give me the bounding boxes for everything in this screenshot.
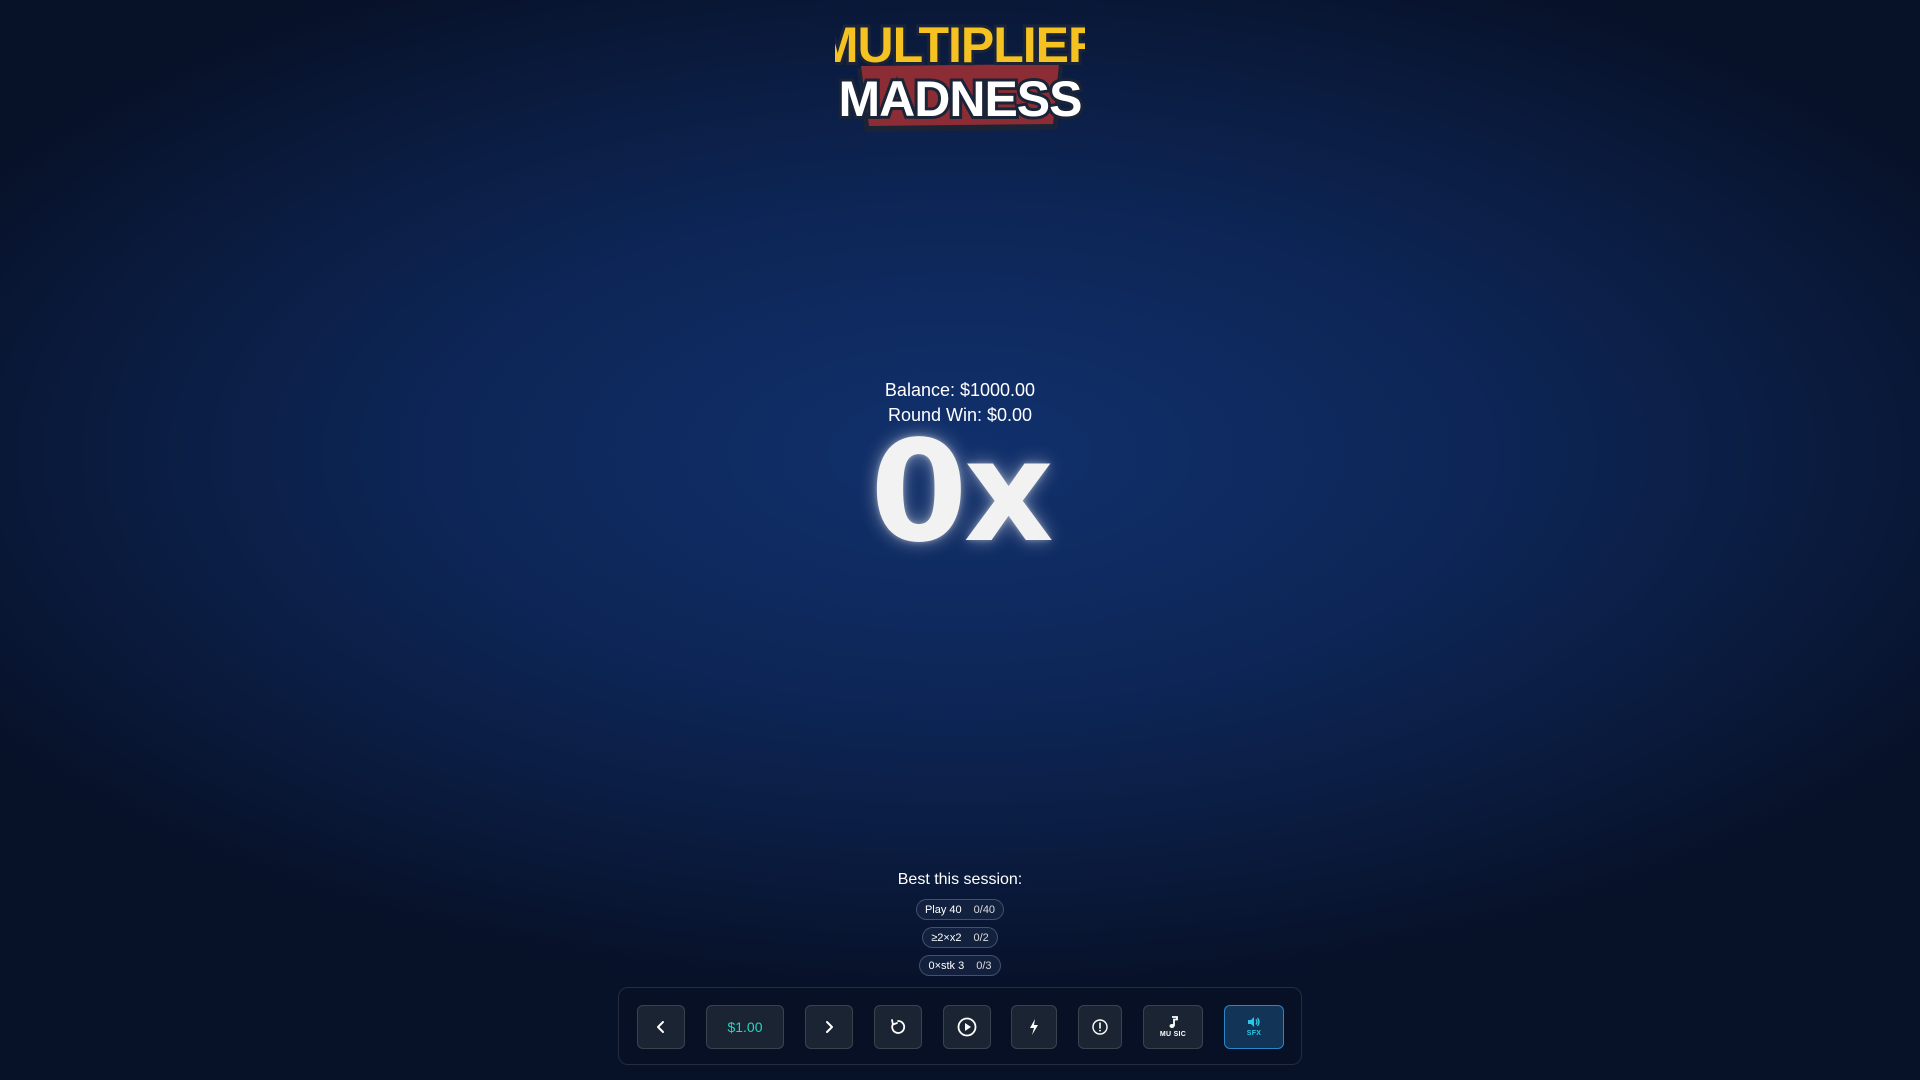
challenge-progress: 0/3: [976, 959, 992, 972]
chevron-right-icon: [826, 1021, 833, 1033]
session-panel: Best this session: Play 40 0/40 ≥2×x2 0/…: [0, 869, 1920, 976]
info-icon: [1092, 1019, 1108, 1035]
music-toggle-button[interactable]: MU SIC: [1143, 1005, 1203, 1049]
challenge-label: Play 40: [924, 903, 962, 916]
bet-increase-button[interactable]: [805, 1005, 853, 1049]
challenge-chip: 0×stk 3 0/3: [919, 955, 1001, 976]
sfx-label: SFX: [1246, 1030, 1262, 1037]
reset-button[interactable]: [874, 1005, 922, 1049]
speaker-icon: [1248, 1017, 1260, 1027]
balance-text: Balance: $1000.00: [884, 380, 1036, 400]
info-button[interactable]: [1078, 1005, 1122, 1049]
control-bar: $1.00 MU SIC SFX: [618, 987, 1302, 1065]
rotate-icon: [891, 1019, 906, 1034]
bet-amount-display[interactable]: $1.00: [706, 1005, 784, 1049]
session-title: Best this session:: [897, 871, 1023, 888]
play-circle-icon: [957, 1017, 977, 1037]
sfx-toggle-button[interactable]: SFX: [1224, 1005, 1284, 1049]
challenge-progress: 0/2: [973, 931, 989, 944]
challenge-label: ≥2×x2: [931, 931, 962, 944]
music-label: MU SIC: [1159, 1030, 1187, 1038]
challenge-label: 0×stk 3: [928, 959, 965, 972]
game-logo: MULTIPLIER MADNESS: [835, 10, 1085, 135]
challenge-chip: ≥2×x2 0/2: [922, 927, 998, 948]
challenge-chip: Play 40 0/40: [915, 899, 1005, 920]
turbo-button[interactable]: [1011, 1005, 1057, 1049]
logo-line2: MADNESS: [838, 71, 1081, 127]
bet-decrease-button[interactable]: [637, 1005, 685, 1049]
challenge-list: Play 40 0/40 ≥2×x2 0/2 0×stk 3 0/3: [0, 899, 1920, 976]
challenge-progress: 0/40: [973, 903, 996, 916]
multiplier-display: 0x: [870, 411, 1054, 574]
lightning-icon: [1030, 1019, 1038, 1035]
chevron-left-icon: [657, 1021, 664, 1033]
music-note-icon: [1169, 1015, 1178, 1028]
play-button[interactable]: [943, 1005, 991, 1049]
logo-line1: MULTIPLIER: [835, 17, 1085, 73]
